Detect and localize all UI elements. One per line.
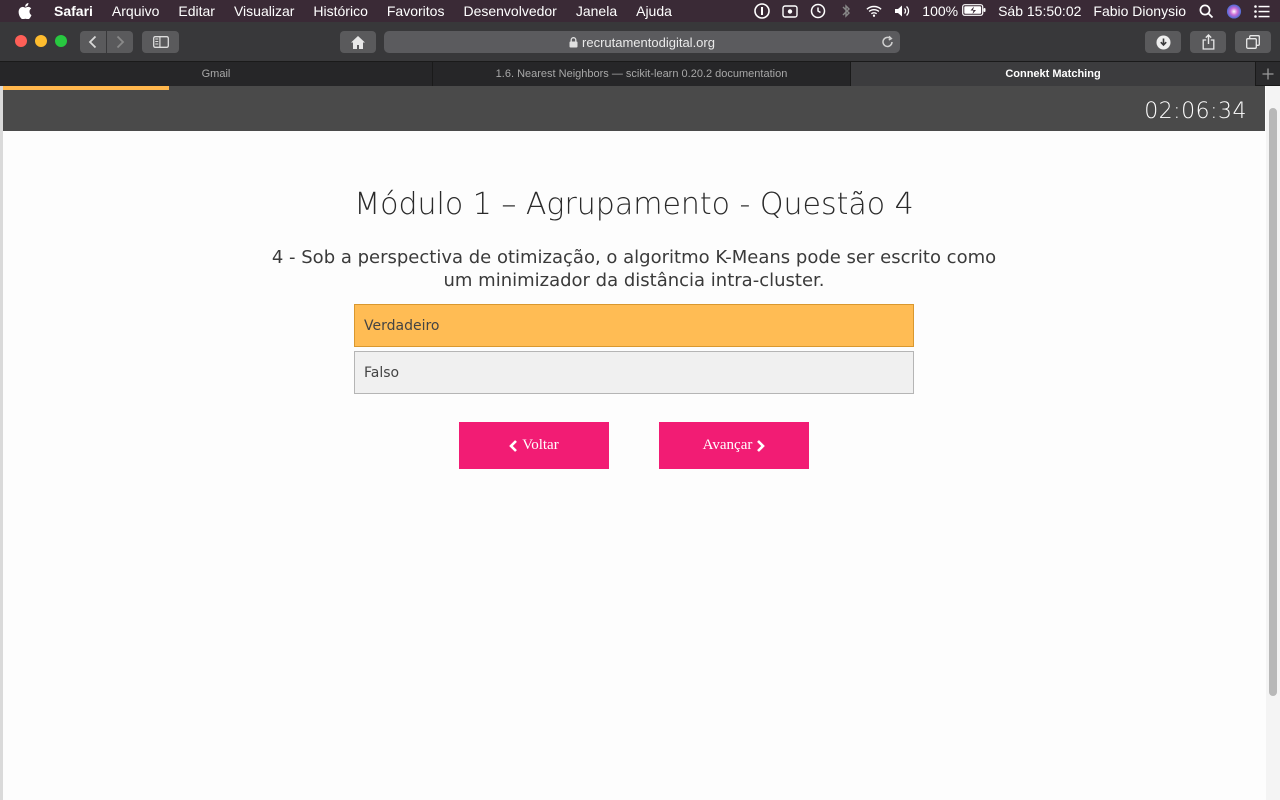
battery-percent: 100% (922, 3, 959, 19)
downloads-button[interactable] (1145, 31, 1181, 53)
bluetooth-icon[interactable] (838, 3, 854, 19)
vpn-icon[interactable] (782, 3, 798, 19)
menu-arquivo[interactable]: Arquivo (112, 3, 159, 19)
wifi-icon[interactable] (866, 3, 882, 19)
menu-janela[interactable]: Janela (576, 3, 617, 19)
chevron-right-icon (116, 35, 125, 49)
option-verdadeiro[interactable]: Verdadeiro (354, 304, 914, 347)
battery-icon (962, 3, 986, 19)
tab-bar: Gmail 1.6. Nearest Neighbors — scikit-le… (0, 61, 1280, 86)
page-scrollbar[interactable] (1266, 86, 1280, 800)
menu-ajuda[interactable]: Ajuda (636, 3, 672, 19)
sidebar-button[interactable] (142, 31, 179, 53)
apple-icon[interactable] (18, 3, 34, 19)
back-question-label: Voltar (522, 437, 559, 453)
menu-favoritos[interactable]: Favoritos (387, 3, 445, 19)
home-button[interactable] (340, 31, 376, 53)
tabs-icon (1246, 35, 1260, 49)
volume-icon[interactable] (894, 3, 910, 19)
web-page: 02:06:34 Módulo 1 – Agrupamento - Questã… (0, 86, 1280, 800)
menu-historico[interactable]: Histórico (313, 3, 367, 19)
search-icon[interactable] (1198, 3, 1214, 19)
option-falso[interactable]: Falso (354, 351, 914, 394)
share-icon (1202, 34, 1214, 50)
address-url: recrutamentodigital.org (582, 34, 715, 50)
menu-bar: Safari Arquivo Editar Visualizar Históri… (0, 0, 1280, 22)
next-question-button[interactable]: Avançar (659, 422, 809, 469)
tab-overview-button[interactable] (1235, 31, 1271, 53)
browser-toolbar: recrutamentodigital.org (0, 22, 1280, 61)
tab-label: 1.6. Nearest Neighbors — scikit-learn 0.… (495, 68, 788, 80)
notification-center-icon[interactable] (1254, 3, 1270, 19)
chevron-left-icon (509, 439, 518, 452)
chevron-left-icon (88, 35, 97, 49)
home-icon (351, 35, 365, 49)
reload-icon[interactable] (881, 35, 894, 49)
back-question-button[interactable]: Voltar (459, 422, 609, 469)
history-nav (80, 31, 133, 53)
option-label: Falso (364, 364, 400, 381)
forward-button[interactable] (107, 31, 133, 53)
menu-editar[interactable]: Editar (178, 3, 215, 19)
countdown-timer: 02:06:34 (1144, 99, 1247, 124)
download-icon (1156, 35, 1170, 49)
battery-status[interactable]: 100% (922, 3, 986, 19)
menu-visualizar[interactable]: Visualizar (234, 3, 294, 19)
time-machine-icon[interactable] (810, 3, 826, 19)
tab-label: Connekt Matching (1005, 68, 1101, 80)
menubar-clock[interactable]: Sáb 15:50:02 (998, 3, 1081, 19)
scrollbar-thumb[interactable] (1269, 108, 1277, 696)
menu-safari[interactable]: Safari (54, 3, 93, 19)
menubar-user[interactable]: Fabio Dionysio (1093, 3, 1186, 19)
page-title: Módulo 1 – Agrupamento - Questão 4 (354, 187, 914, 222)
siri-icon[interactable] (1226, 3, 1242, 19)
timer-bar: 02:06:34 (3, 90, 1265, 131)
tab-gmail[interactable]: Gmail (0, 62, 433, 86)
back-button[interactable] (80, 31, 106, 53)
address-bar[interactable]: recrutamentodigital.org (384, 31, 900, 53)
zoom-window-button[interactable] (55, 35, 67, 47)
quiz-content: Módulo 1 – Agrupamento - Questão 4 4 - S… (3, 131, 1265, 800)
skype-icon[interactable] (754, 3, 771, 19)
tab-scikit-learn[interactable]: 1.6. Nearest Neighbors — scikit-learn 0.… (433, 62, 851, 86)
tab-connekt-matching[interactable]: Connekt Matching (851, 62, 1256, 86)
plus-icon (1262, 68, 1274, 79)
share-button[interactable] (1190, 31, 1226, 53)
next-question-label: Avançar (702, 437, 753, 453)
lock-icon (569, 36, 578, 48)
minimize-window-button[interactable] (35, 35, 47, 47)
option-label: Verdadeiro (364, 317, 440, 334)
new-tab-button[interactable] (1256, 62, 1280, 85)
menu-desenvolvedor[interactable]: Desenvolvedor (463, 3, 556, 19)
close-window-button[interactable] (15, 35, 27, 47)
tab-label: Gmail (201, 68, 231, 80)
question-text: 4 - Sob a perspectiva de otimização, o a… (271, 247, 997, 291)
chevron-right-icon (757, 439, 766, 452)
sidebar-icon (152, 36, 169, 48)
